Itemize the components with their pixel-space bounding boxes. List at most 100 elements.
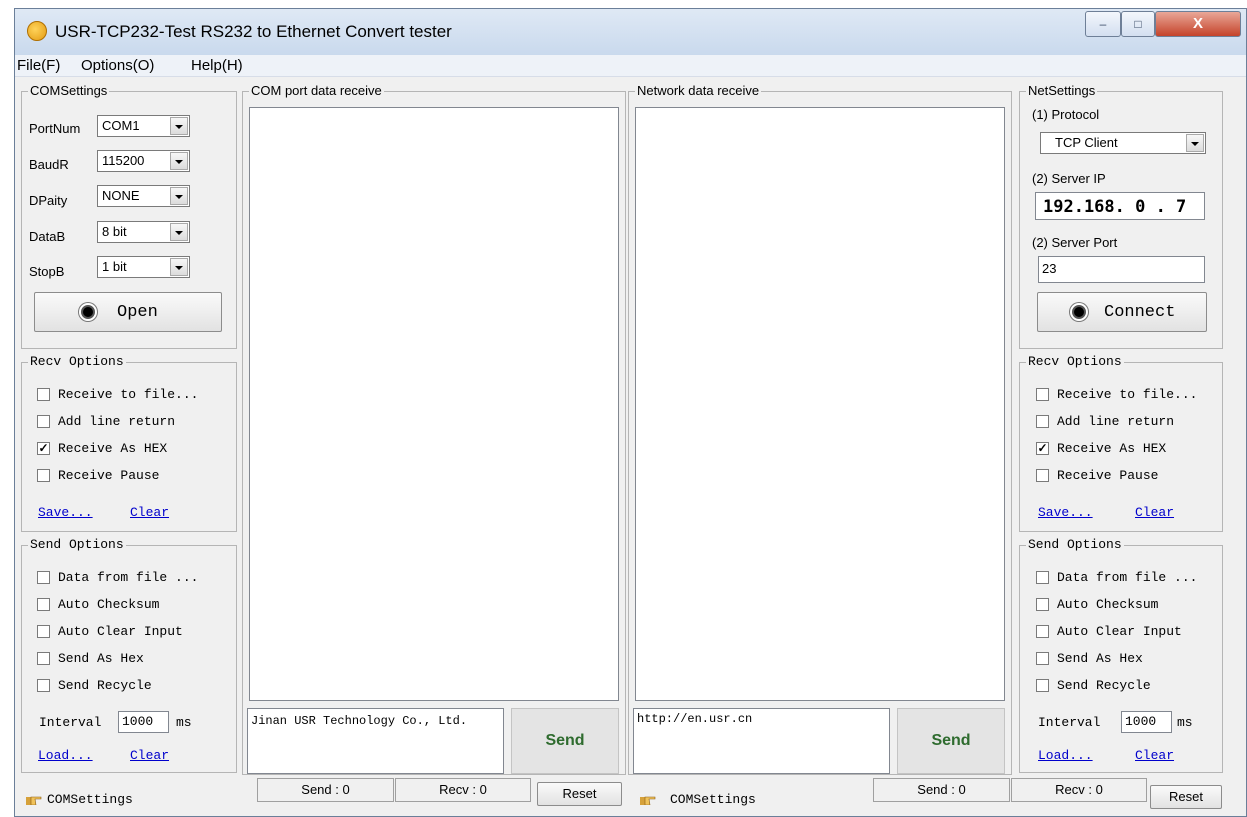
portnum-value: COM1 [102,118,140,133]
checkbox-icon[interactable] [37,652,50,665]
com-send-input[interactable]: Jinan USR Technology Co., Ltd. [247,708,504,774]
net-send-input[interactable]: http://en.usr.cn [633,708,890,774]
databits-select[interactable]: 8 bit [97,221,190,243]
server-ip-label: (2) Server IP [1032,171,1106,186]
menu-help[interactable]: Help(H) [191,57,243,74]
protocol-value: TCP Client [1055,135,1118,150]
checkbox-icon[interactable] [1036,679,1049,692]
title-bar[interactable]: USR-TCP232-Test RS232 to Ethernet Conver… [15,9,1246,55]
com-send-button[interactable]: Send [511,708,619,774]
left-recv-clear-link[interactable]: Clear [130,505,169,520]
right-send-clear-link[interactable]: Clear [1135,748,1174,763]
right-recv-count: Recv : 0 [1011,778,1147,802]
right-recv-as-hex-checkbox[interactable]: ✓ Receive As HEX [1036,440,1220,458]
left-interval-input[interactable]: 1000 [118,711,169,733]
checkbox-icon[interactable] [1036,469,1049,482]
checkbox-icon[interactable] [37,469,50,482]
connect-button[interactable]: Connect [1037,292,1207,332]
chevron-down-icon[interactable] [170,187,188,205]
checkbox-icon[interactable] [1036,625,1049,638]
chevron-down-icon[interactable] [1186,134,1204,152]
server-port-input[interactable]: 23 [1038,256,1205,283]
left-recv-as-hex-checkbox[interactable]: ✓ Receive As HEX [37,440,233,458]
left-send-as-hex-checkbox[interactable]: Send As Hex [37,650,233,668]
net-send-button[interactable]: Send [897,708,1005,774]
checkbox-icon[interactable] [37,388,50,401]
checkmark-icon[interactable]: ✓ [37,442,50,455]
com-send-text: Jinan USR Technology Co., Ltd. [251,714,468,728]
net-settings-group: NetSettings (1) Protocol TCP Client (2) … [1019,83,1223,349]
left-send-clear-link[interactable]: Clear [130,748,169,763]
right-auto-clear-input-checkbox[interactable]: Auto Clear Input [1036,623,1220,641]
pointing-hand-icon [640,796,656,805]
right-load-link[interactable]: Load... [1038,748,1093,763]
checkbox-label: Auto Checksum [1057,597,1159,612]
menu-options[interactable]: Options(O) [81,57,154,74]
databits-label: DataB [29,229,66,244]
right-reset-button[interactable]: Reset [1150,785,1222,809]
left-reset-button[interactable]: Reset [537,782,622,806]
left-add-line-return-checkbox[interactable]: Add line return [37,413,233,431]
checkbox-icon[interactable] [1036,388,1049,401]
chevron-down-icon[interactable] [170,258,188,276]
checkbox-icon[interactable] [37,415,50,428]
right-interval-input[interactable]: 1000 [1121,711,1172,733]
left-auto-checksum-checkbox[interactable]: Auto Checksum [37,596,233,614]
chevron-down-icon[interactable] [170,117,188,135]
right-recv-pause-checkbox[interactable]: Receive Pause [1036,467,1220,485]
net-receive-area[interactable] [635,107,1005,701]
right-add-line-return-checkbox[interactable]: Add line return [1036,413,1220,431]
checkbox-label: Auto Clear Input [1057,624,1182,639]
server-port-label: (2) Server Port [1032,235,1118,250]
left-data-from-file-checkbox[interactable]: Data from file ... [37,569,233,587]
checkbox-label: Receive to file... [1057,387,1198,402]
chevron-down-icon[interactable] [170,152,188,170]
checkbox-icon[interactable] [37,598,50,611]
stopbits-select[interactable]: 1 bit [97,256,190,278]
chevron-down-icon[interactable] [170,223,188,241]
right-save-link[interactable]: Save... [1038,505,1093,520]
open-button[interactable]: Open [34,292,222,332]
right-send-count: Send : 0 [873,778,1010,802]
right-auto-checksum-checkbox[interactable]: Auto Checksum [1036,596,1220,614]
com-settings-title: COMSettings [28,83,110,99]
right-send-recycle-checkbox[interactable]: Send Recycle [1036,677,1220,695]
checkbox-label: Add line return [1057,414,1175,429]
server-ip-input[interactable]: 192.168. 0 . 7 [1035,192,1205,220]
parity-select[interactable]: NONE [97,185,190,207]
left-send-count: Send : 0 [257,778,394,802]
parity-label: DPaity [29,193,68,208]
stopbits-value: 1 bit [102,259,127,274]
checkbox-icon[interactable] [37,679,50,692]
checkbox-icon[interactable] [1036,652,1049,665]
right-recv-clear-link[interactable]: Clear [1135,505,1174,520]
left-save-link[interactable]: Save... [38,505,93,520]
checkbox-icon[interactable] [1036,571,1049,584]
protocol-select[interactable]: TCP Client [1040,132,1206,154]
menu-file[interactable]: File(F) [17,57,60,74]
left-send-recycle-checkbox[interactable]: Send Recycle [37,677,233,695]
left-load-link[interactable]: Load... [38,748,93,763]
checkbox-icon[interactable] [1036,598,1049,611]
right-send-as-hex-checkbox[interactable]: Send As Hex [1036,650,1220,668]
checkbox-icon[interactable] [1036,415,1049,428]
checkbox-label: Receive As HEX [1057,441,1167,456]
com-receive-group: COM port data receive Jinan USR Technolo… [242,83,626,775]
right-data-from-file-checkbox[interactable]: Data from file ... [1036,569,1220,587]
maximize-button[interactable]: □ [1121,11,1155,37]
left-recv-to-file-checkbox[interactable]: Receive to file... [37,386,233,404]
right-interval-label: Interval [1038,715,1101,730]
left-auto-clear-input-checkbox[interactable]: Auto Clear Input [37,623,233,641]
net-receive-title: Network data receive [635,83,762,99]
com-receive-area[interactable] [249,107,619,701]
left-recv-pause-checkbox[interactable]: Receive Pause [37,467,233,485]
checkbox-icon[interactable] [37,571,50,584]
right-recv-to-file-checkbox[interactable]: Receive to file... [1036,386,1220,404]
portnum-select[interactable]: COM1 [97,115,190,137]
checkmark-icon[interactable]: ✓ [1036,442,1049,455]
close-button[interactable]: X [1155,11,1241,37]
minimize-button[interactable]: – [1085,11,1121,37]
checkbox-icon[interactable] [37,625,50,638]
baudrate-select[interactable]: 115200 [97,150,190,172]
right-send-options-group: Send Options Data from file ... Auto Che… [1019,537,1223,773]
